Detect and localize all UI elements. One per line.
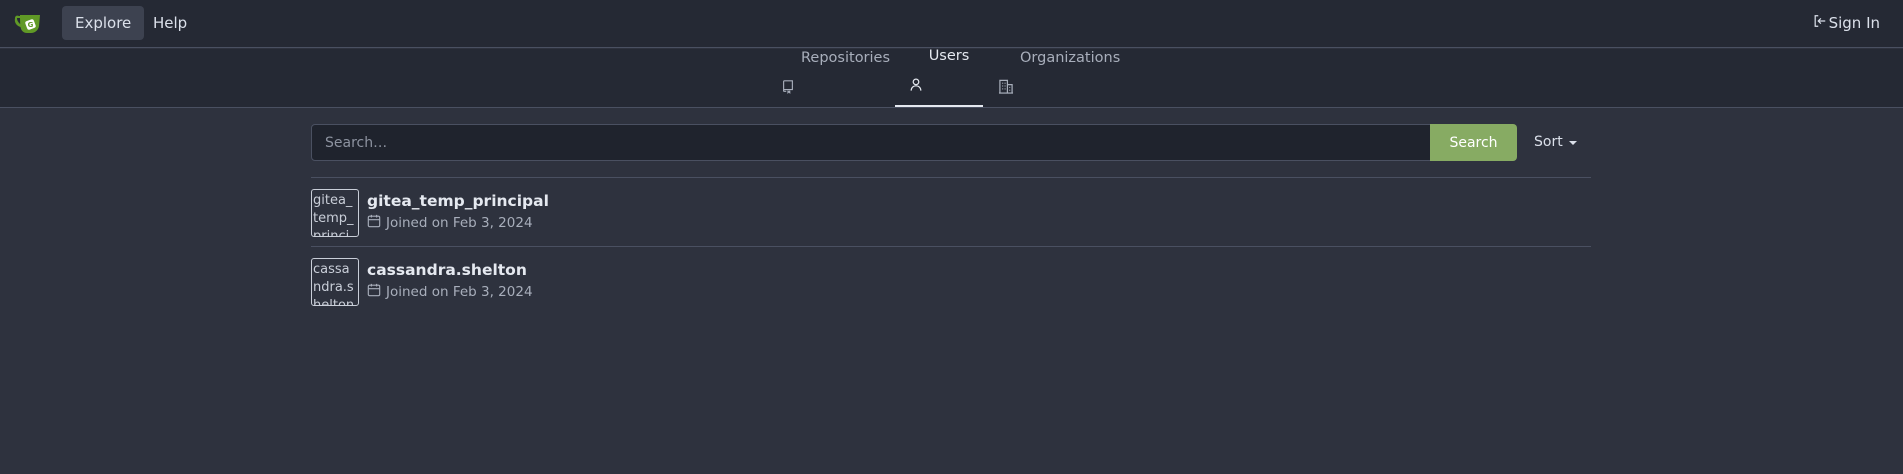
sign-in-link[interactable]: Sign In [1813, 6, 1880, 40]
joined-date-text: Joined on Feb 3, 2024 [386, 284, 533, 300]
nav-help[interactable]: Help [140, 6, 200, 40]
repo-icon [781, 79, 795, 94]
tab-users-label: Users [928, 48, 970, 64]
person-icon [909, 77, 923, 92]
svg-text:G: G [28, 21, 34, 29]
caret-down-icon [1568, 140, 1577, 145]
tab-users[interactable]: Users [895, 48, 983, 107]
tab-repositories[interactable]: Repositories [781, 49, 890, 107]
sign-in-label: Sign In [1828, 14, 1880, 32]
tab-organizations[interactable]: Organizations [998, 49, 1120, 107]
user-list-item: cassandra.shelton cassandra.shelton Join… [311, 258, 1591, 318]
nav-explore[interactable]: Explore [62, 6, 145, 40]
avatar[interactable]: cassandra.shelton [311, 258, 359, 306]
user-name-link[interactable]: cassandra.shelton [367, 261, 527, 279]
avatar[interactable]: gitea_temp_principal [311, 189, 359, 237]
joined-date: Joined on Feb 3, 2024 [367, 283, 533, 301]
organization-icon [998, 79, 1014, 94]
tab-repositories-label: Repositories [801, 50, 891, 66]
sort-label: Sort [1534, 134, 1563, 150]
explore-tabs: Repositories Users Organizations [0, 48, 1903, 108]
tab-organizations-label: Organizations [1020, 50, 1121, 66]
search-button[interactable]: Search [1430, 124, 1517, 161]
user-name-link[interactable]: gitea_temp_principal [367, 192, 549, 210]
list-divider [311, 177, 1591, 178]
joined-date: Joined on Feb 3, 2024 [367, 214, 533, 232]
search-input[interactable] [311, 124, 1431, 161]
user-list-item: gitea_temp_principal gitea_temp_principa… [311, 189, 1591, 249]
gitea-logo-icon[interactable]: G [13, 12, 45, 34]
calendar-icon [367, 283, 381, 301]
sign-in-icon [1813, 6, 1827, 40]
list-divider [311, 246, 1591, 247]
joined-date-text: Joined on Feb 3, 2024 [386, 215, 533, 231]
sort-dropdown[interactable]: Sort [1534, 124, 1577, 161]
calendar-icon [367, 214, 381, 232]
